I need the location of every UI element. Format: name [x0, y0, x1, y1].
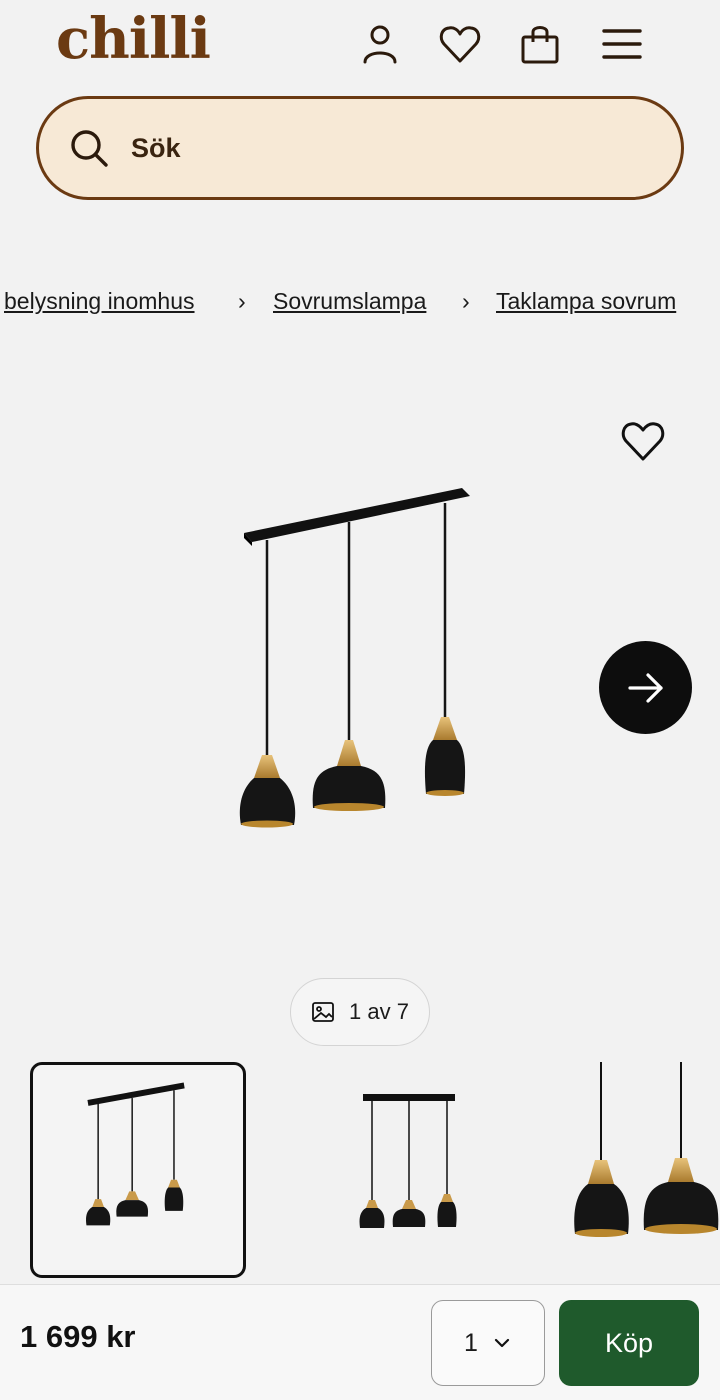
- image-counter: 1 av 7: [290, 978, 430, 1046]
- user-icon[interactable]: [356, 20, 404, 68]
- breadcrumb-item[interactable]: Sovrumslampa: [273, 288, 426, 315]
- chevron-down-icon: [494, 1338, 510, 1348]
- image-icon: [312, 1002, 334, 1022]
- breadcrumb: belysning inomhus › Sovrumslampa › Takla…: [0, 288, 720, 322]
- quantity-select[interactable]: 1: [431, 1300, 545, 1386]
- shopping-bag-icon[interactable]: [516, 20, 564, 68]
- next-image-button[interactable]: [599, 641, 692, 734]
- thumbnail-2[interactable]: [300, 1062, 516, 1278]
- heart-icon: [621, 422, 665, 461]
- breadcrumb-separator: ›: [462, 288, 470, 314]
- product-price: 1 699 kr: [20, 1319, 136, 1354]
- image-counter-text: 1 av 7: [349, 999, 409, 1024]
- heart-icon[interactable]: [436, 20, 484, 68]
- search-placeholder: Sök: [131, 132, 181, 163]
- thumbnail-image: [359, 1094, 457, 1228]
- purchase-bar: 1 699 kr 1 Köp: [0, 1284, 720, 1400]
- quantity-value: 1: [464, 1328, 478, 1357]
- buy-button[interactable]: Köp: [559, 1300, 699, 1386]
- search-icon: [71, 130, 108, 167]
- thumbnail-3[interactable]: [540, 1062, 720, 1278]
- breadcrumb-separator: ›: [238, 288, 246, 314]
- search-input[interactable]: Sök: [36, 96, 684, 200]
- site-header: chilli: [0, 0, 720, 90]
- breadcrumb-item[interactable]: belysning inomhus: [4, 288, 195, 315]
- favorite-button[interactable]: [618, 416, 668, 466]
- thumbnail-image: [86, 1082, 185, 1226]
- menu-icon[interactable]: [598, 20, 646, 68]
- arrow-right-icon: [627, 672, 663, 703]
- breadcrumb-item-current[interactable]: Taklampa sovrum: [496, 288, 676, 315]
- thumbnail-1[interactable]: [30, 1062, 246, 1278]
- site-logo[interactable]: chilli: [56, 6, 211, 72]
- thumbnail-image: [574, 1062, 719, 1237]
